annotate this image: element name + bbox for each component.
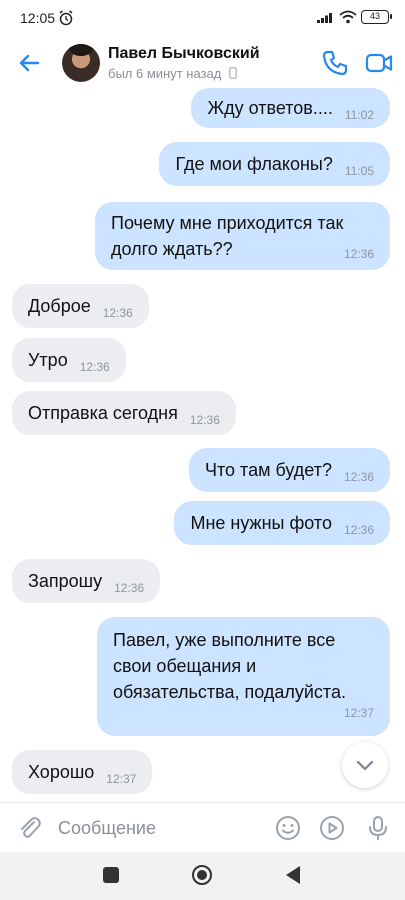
message-time: 12:36 <box>79 360 110 374</box>
mobile-icon <box>229 67 237 79</box>
message-time: 12:36 <box>343 523 374 537</box>
message-text: Почему мне приходится так <box>111 213 344 233</box>
message-bubble-incoming[interactable]: Хорошо 12:37 <box>12 750 153 794</box>
message-time: 12:36 <box>343 247 374 261</box>
message-text: Павел, уже выполните все <box>113 630 336 650</box>
message-list[interactable]: Жду ответов.... 11:02 Где мои флаконы? 11:… <box>0 82 405 802</box>
message-text: Хорошо <box>28 762 95 782</box>
message-text: Жду ответов.... <box>207 98 333 118</box>
message-text: Где мои флаконы? <box>175 154 333 174</box>
message-text: Отправка сегодня <box>28 403 178 423</box>
message-text: свои обещания и <box>113 656 257 676</box>
status-indicators: 43 <box>317 10 392 24</box>
message-time: 11:05 <box>344 164 374 178</box>
battery-icon: 43 <box>361 10 392 24</box>
arrow-left-icon[interactable] <box>14 48 44 78</box>
message-text: Запрошу <box>28 571 103 591</box>
message-bubble-incoming[interactable]: Запрошу 12:36 <box>12 559 161 603</box>
message-composer <box>0 802 405 852</box>
message-bubble-incoming[interactable]: Отправка сегодня 12:36 <box>12 391 236 435</box>
chevron-down-icon <box>356 760 374 771</box>
message-bubble-outgoing[interactable]: Что там будет? 12:36 <box>189 448 390 492</box>
system-back-button[interactable] <box>286 866 300 884</box>
message-text: обязательства, подалуйста. <box>113 682 346 702</box>
wifi-icon <box>339 10 357 24</box>
message-text: долго ждать?? <box>111 239 233 259</box>
paperclip-icon[interactable] <box>16 814 44 842</box>
home-button[interactable] <box>192 865 212 885</box>
contact-name[interactable]: Павел Бычковский <box>108 45 260 63</box>
last-seen-text: был 6 минут назад <box>108 66 222 81</box>
message-time: 12:36 <box>102 306 133 320</box>
message-bubble-outgoing[interactable]: Почему мне приходится так долго ждать?? … <box>95 202 390 270</box>
avatar[interactable] <box>62 44 100 82</box>
message-time: 11:02 <box>344 108 374 122</box>
message-text: Что там будет? <box>205 460 332 480</box>
signal-icon <box>317 13 332 23</box>
message-bubble-incoming[interactable]: Утро 12:36 <box>12 338 126 382</box>
message-time: 12:36 <box>114 581 145 595</box>
message-text: Утро <box>28 350 68 370</box>
message-time: 12:36 <box>343 470 374 484</box>
message-text: Мне нужны фото <box>190 513 332 533</box>
status-bar: 12:05 43 <box>0 0 405 36</box>
smile-icon[interactable] <box>274 814 302 842</box>
microphone-icon[interactable] <box>364 814 392 842</box>
message-bubble-outgoing[interactable]: Мне нужны фото 12:36 <box>174 501 390 545</box>
message-time: 12:36 <box>189 413 220 427</box>
message-bubble-outgoing[interactable]: Павел, уже выполните все свои обещания и… <box>97 617 390 736</box>
scroll-down-button[interactable] <box>342 742 388 788</box>
message-bubble-outgoing[interactable]: Где мои флаконы? 11:05 <box>159 142 390 186</box>
message-time: 12:37 <box>106 772 137 786</box>
message-bubble-incoming[interactable]: Доброе 12:36 <box>12 284 149 328</box>
contact-last-seen: был 6 минут назад <box>108 66 237 81</box>
phone-icon[interactable] <box>320 48 350 78</box>
system-navigation-bar <box>0 852 405 900</box>
message-text: Доброе <box>28 296 91 316</box>
message-time: 12:37 <box>343 706 374 720</box>
play-circle-icon[interactable] <box>318 814 346 842</box>
recents-button[interactable] <box>103 867 119 883</box>
video-camera-icon[interactable] <box>364 48 394 78</box>
status-time: 12:05 <box>20 10 56 26</box>
alarm-icon <box>59 10 73 26</box>
message-bubble-outgoing[interactable]: Жду ответов.... 11:02 <box>191 88 390 128</box>
message-input[interactable] <box>58 813 258 843</box>
